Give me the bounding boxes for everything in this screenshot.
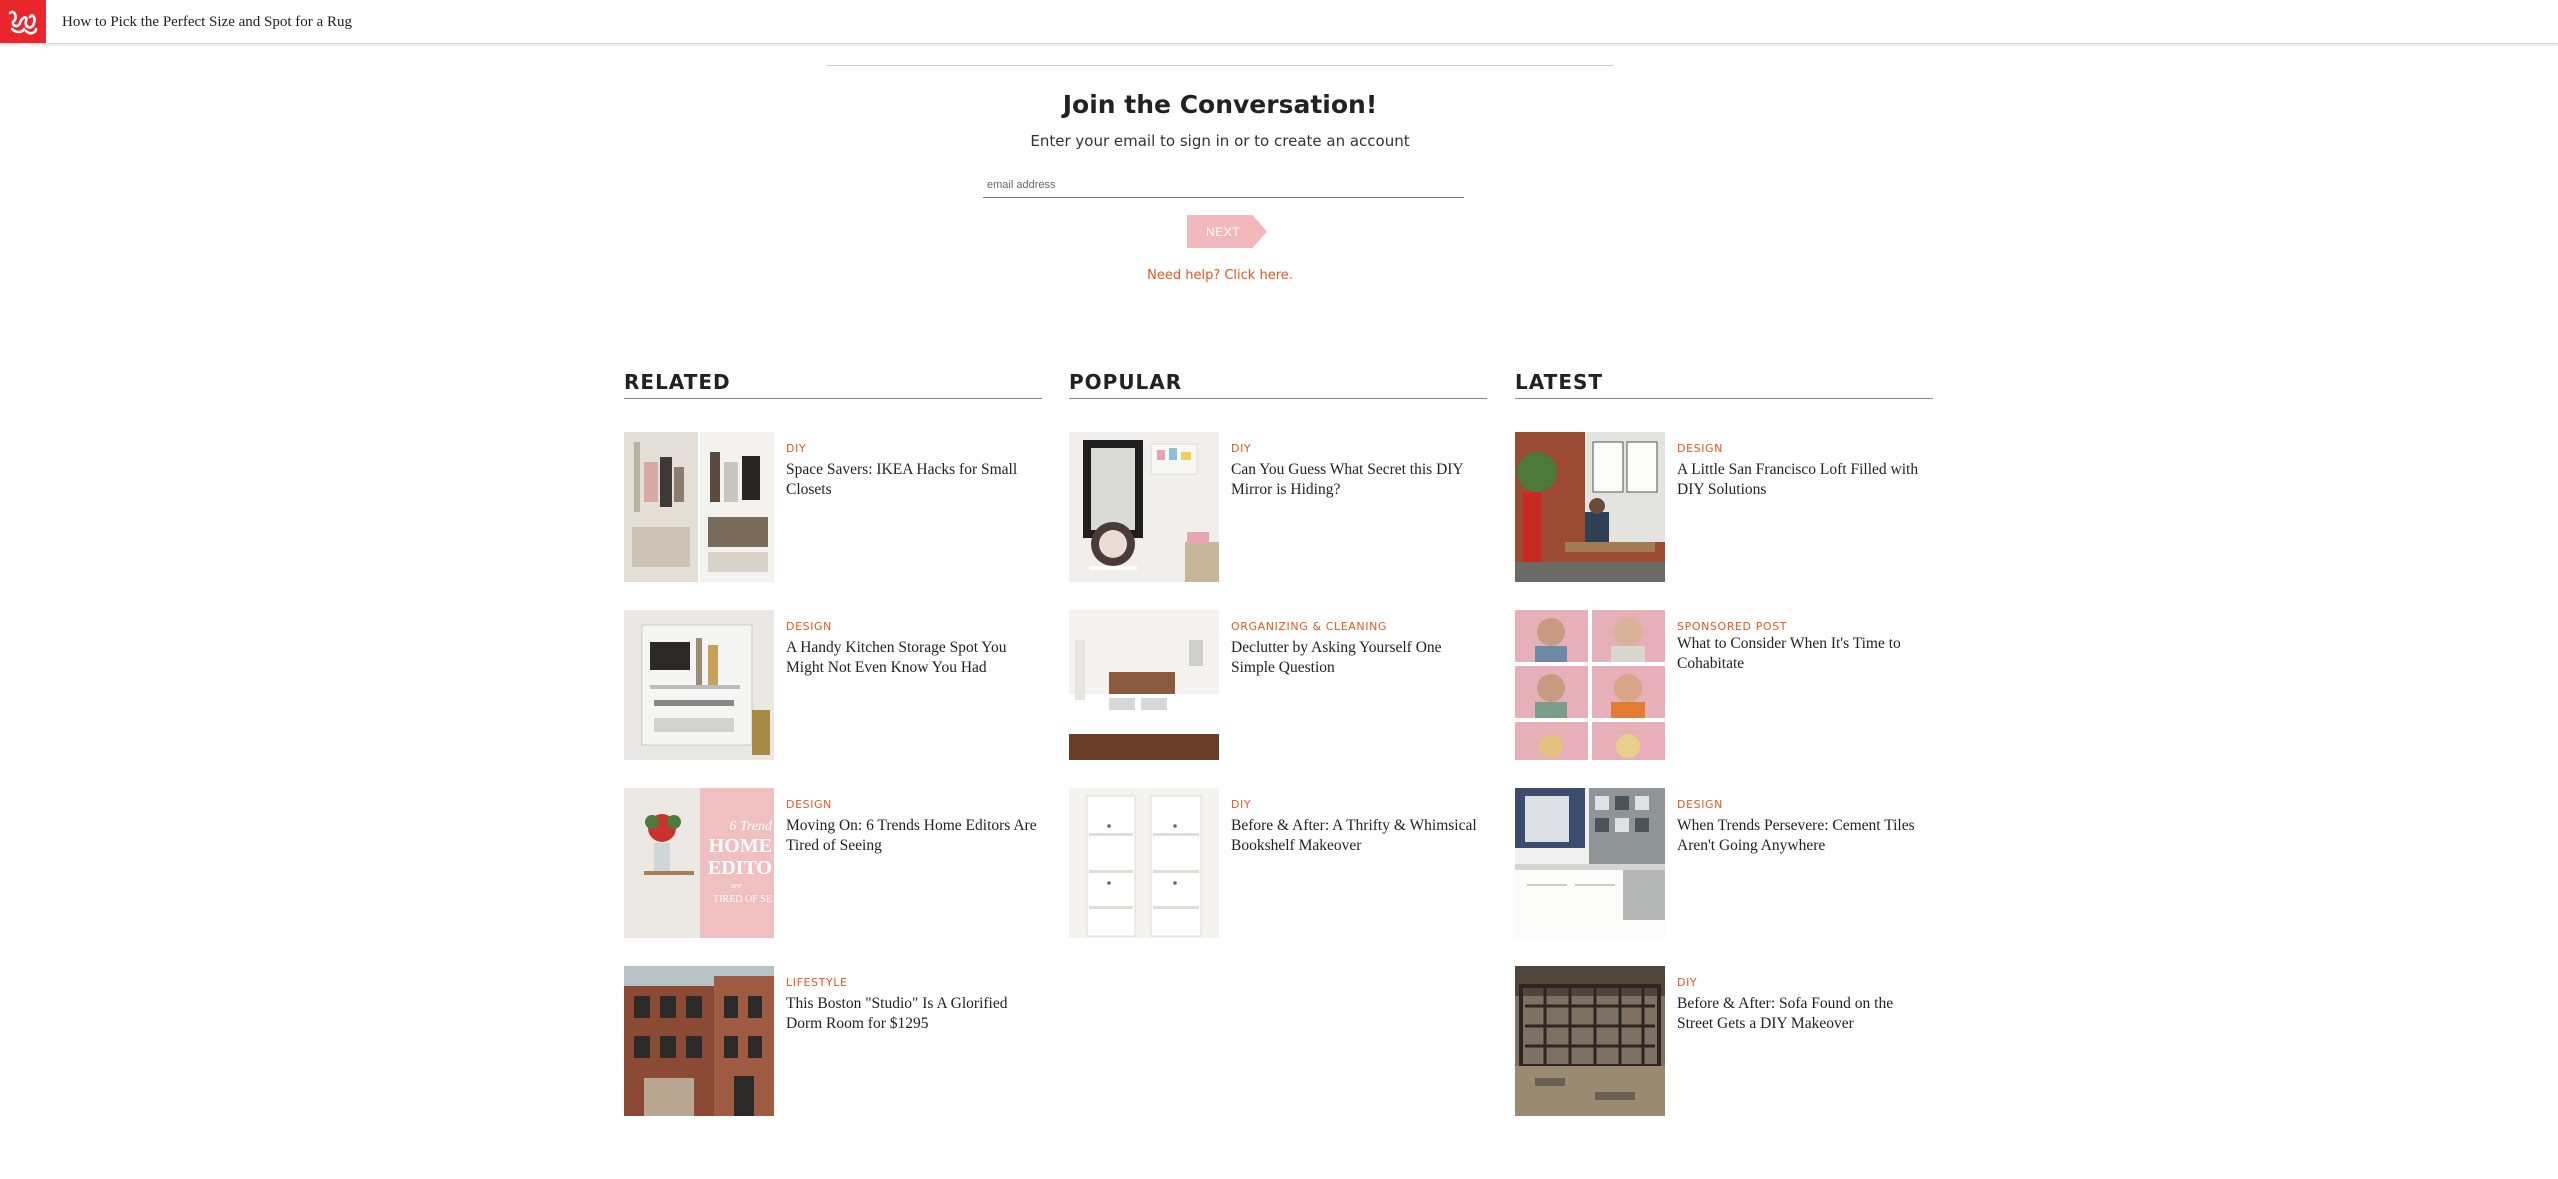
article-thumbnail[interactable]: [1515, 966, 1665, 1116]
latest-card[interactable]: DESIGN A Little San Francisco Loft Fille…: [1515, 432, 1933, 582]
article-title-link[interactable]: This Boston "Studio" Is A Glorified Dorm…: [786, 994, 1042, 1034]
thumbnail-text-1: 6 Trend: [729, 819, 773, 834]
thumbnail-text-2: HOME: [709, 835, 772, 857]
join-heading: Join the Conversation!: [1062, 90, 1378, 119]
article-title-link[interactable]: Before & After: Sofa Found on the Street…: [1677, 994, 1933, 1034]
article-category[interactable]: DESIGN: [1677, 798, 1723, 811]
article-title: How to Pick the Perfect Size and Spot fo…: [62, 14, 352, 30]
section-heading: RELATED: [624, 368, 1042, 399]
article-title-link[interactable]: Space Savers: IKEA Hacks for Small Close…: [786, 460, 1042, 500]
article-thumbnail[interactable]: [1515, 432, 1665, 582]
related-card[interactable]: DIY Space Savers: IKEA Hacks for Small C…: [624, 432, 1042, 582]
article-category[interactable]: DESIGN: [786, 620, 832, 633]
article-thumbnail[interactable]: [624, 966, 774, 1116]
article-thumbnail[interactable]: [1069, 610, 1219, 760]
latest-card[interactable]: DIY Before & After: Sofa Found on the St…: [1515, 966, 1933, 1116]
article-thumbnail[interactable]: 6 Trend HOME EDITO are TIRED OF SE: [624, 788, 774, 938]
article-thumbnail[interactable]: [624, 610, 774, 760]
related-card[interactable]: LIFESTYLE This Boston "Studio" Is A Glor…: [624, 966, 1042, 1116]
top-bar: How to Pick the Perfect Size and Spot fo…: [0, 0, 2558, 44]
site-logo[interactable]: [0, 0, 46, 43]
article-title-link[interactable]: Moving On: 6 Trends Home Editors Are Tir…: [786, 816, 1042, 856]
popular-section: POPULAR DIY Can You Guess What Secret th…: [1069, 368, 1487, 938]
article-category[interactable]: DESIGN: [786, 798, 832, 811]
related-card[interactable]: DESIGN A Handy Kitchen Storage Spot You …: [624, 610, 1042, 760]
article-thumbnail[interactable]: [1515, 788, 1665, 938]
article-title-link[interactable]: What to Consider When It's Time to Cohab…: [1677, 634, 1933, 674]
next-button[interactable]: NEXT: [1187, 215, 1267, 248]
thumbnail-text-5: TIRED OF SE: [713, 894, 772, 905]
section-heading: POPULAR: [1069, 368, 1487, 399]
article-category[interactable]: DIY: [1231, 798, 1251, 811]
article-thumbnail[interactable]: [624, 432, 774, 582]
article-category[interactable]: DIY: [1231, 442, 1251, 455]
article-thumbnail[interactable]: [1069, 788, 1219, 938]
thumbnail-text-4: are: [731, 881, 742, 890]
section-heading: LATEST: [1515, 368, 1933, 399]
divider: [827, 65, 1614, 66]
latest-card[interactable]: SPONSORED POST What to Consider When It'…: [1515, 610, 1933, 760]
article-category[interactable]: DIY: [1677, 976, 1697, 989]
article-thumbnail[interactable]: [1069, 432, 1219, 582]
article-title-link[interactable]: A Little San Francisco Loft Filled with …: [1677, 460, 1933, 500]
popular-card[interactable]: DIY Can You Guess What Secret this DIY M…: [1069, 432, 1487, 582]
article-title-link[interactable]: When Trends Persevere: Cement Tiles Aren…: [1677, 816, 1933, 856]
article-title-link[interactable]: Can You Guess What Secret this DIY Mirro…: [1231, 460, 1487, 500]
help-link[interactable]: Need help? Click here.: [0, 268, 2440, 283]
related-card[interactable]: 6 Trend HOME EDITO are TIRED OF SE DESIG…: [624, 788, 1042, 938]
article-category[interactable]: SPONSORED POST: [1677, 620, 1787, 633]
article-category[interactable]: LIFESTYLE: [786, 976, 848, 989]
article-title-link[interactable]: Before & After: A Thrifty & Whimsical Bo…: [1231, 816, 1487, 856]
article-category[interactable]: DESIGN: [1677, 442, 1723, 455]
article-title-link[interactable]: Declutter by Asking Yourself One Simple …: [1231, 638, 1487, 678]
popular-card[interactable]: DIY Before & After: A Thrifty & Whimsica…: [1069, 788, 1487, 938]
article-category[interactable]: DIY: [786, 442, 806, 455]
article-title-link[interactable]: A Handy Kitchen Storage Spot You Might N…: [786, 638, 1042, 678]
latest-section: LATEST DESIGN A Little San Francisco Lof…: [1515, 368, 1933, 1116]
related-section: RELATED DIY Space Savers: IKEA Hacks for…: [624, 368, 1042, 1116]
email-input[interactable]: [983, 173, 1464, 198]
latest-card[interactable]: DESIGN When Trends Persevere: Cement Til…: [1515, 788, 1933, 938]
logo-icon: [8, 10, 38, 34]
popular-card[interactable]: ORGANIZING & CLEANING Declutter by Askin…: [1069, 610, 1487, 760]
article-thumbnail[interactable]: [1515, 610, 1665, 760]
article-category[interactable]: ORGANIZING & CLEANING: [1231, 620, 1387, 633]
thumbnail-text-3: EDITO: [708, 857, 772, 879]
join-subheading: Enter your email to sign in or to create…: [1030, 132, 1410, 150]
